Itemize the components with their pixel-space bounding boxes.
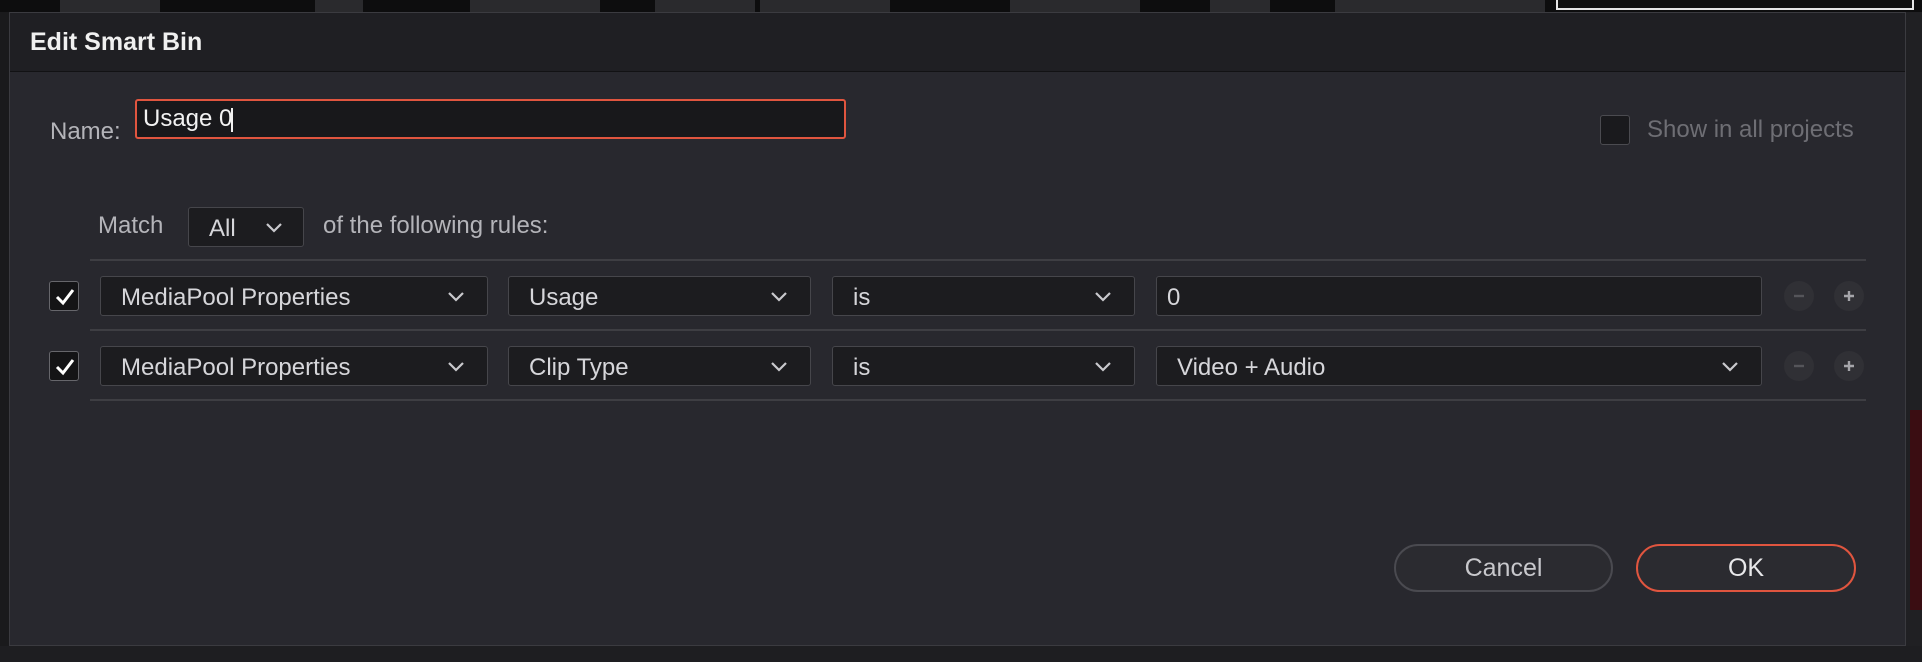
rule-1-remove-button[interactable]	[1784, 281, 1814, 311]
name-input[interactable]	[135, 99, 846, 139]
thumbnail	[470, 0, 600, 12]
rule-2-property-dropdown[interactable]: Clip Type	[508, 346, 811, 386]
background-panel	[0, 646, 1922, 662]
dialog-title: Edit Smart Bin	[30, 28, 203, 56]
rule-1-property-value: Usage	[529, 284, 599, 311]
divider	[90, 399, 1866, 401]
chevron-down-icon	[771, 362, 787, 372]
rule-2-value-text: Video + Audio	[1177, 354, 1326, 381]
thumbnail	[60, 0, 160, 12]
cancel-button[interactable]: Cancel	[1394, 544, 1613, 592]
rule-1-category-value: MediaPool Properties	[121, 284, 351, 311]
plus-icon	[1844, 361, 1854, 371]
chevron-down-icon	[1722, 362, 1738, 372]
rule-1-value-input[interactable]: 0	[1156, 276, 1762, 316]
rule-1-add-button[interactable]	[1834, 281, 1864, 311]
rule-1-operator-value: is	[853, 284, 871, 311]
chevron-down-icon	[1095, 362, 1111, 372]
divider	[90, 259, 1866, 261]
thumbnail	[1210, 0, 1270, 12]
rule-1-operator-dropdown[interactable]: is	[832, 276, 1135, 316]
match-label: Match	[98, 212, 164, 239]
chevron-down-icon	[1095, 292, 1111, 302]
chevron-down-icon	[448, 292, 464, 302]
rule-1-enabled-checkbox[interactable]	[49, 281, 79, 311]
rule-1-value-text: 0	[1167, 284, 1181, 311]
thumbnail	[655, 0, 755, 12]
show-in-all-projects-label: Show in all projects	[1647, 116, 1854, 143]
minus-icon	[1794, 364, 1804, 368]
divider	[90, 329, 1866, 331]
thumbnail	[760, 0, 890, 12]
show-in-all-projects-checkbox[interactable]	[1600, 115, 1630, 145]
rules-suffix-label: of the following rules:	[323, 212, 549, 239]
rule-2-remove-button[interactable]	[1784, 351, 1814, 381]
name-label: Name:	[50, 118, 121, 145]
checkmark-icon	[55, 359, 75, 376]
ok-button[interactable]: OK	[1636, 544, 1856, 592]
rule-1-property-dropdown[interactable]: Usage	[508, 276, 811, 316]
chevron-down-icon	[771, 292, 787, 302]
chevron-down-icon	[448, 362, 464, 372]
rule-2-operator-value: is	[853, 354, 871, 381]
thumbnail	[1010, 0, 1140, 12]
minus-icon	[1794, 294, 1804, 298]
background-clip	[1910, 410, 1922, 610]
rule-1-category-dropdown[interactable]: MediaPool Properties	[100, 276, 488, 316]
text-caret	[231, 108, 233, 132]
rule-2-add-button[interactable]	[1834, 351, 1864, 381]
match-value: All	[209, 215, 236, 242]
rule-2-category-dropdown[interactable]: MediaPool Properties	[100, 346, 488, 386]
rule-2-operator-dropdown[interactable]: is	[832, 346, 1135, 386]
chevron-down-icon	[266, 223, 282, 233]
rule-2-value-dropdown[interactable]: Video + Audio	[1156, 346, 1762, 386]
match-dropdown[interactable]: All	[188, 207, 304, 247]
rule-2-category-value: MediaPool Properties	[121, 354, 351, 381]
checkmark-icon	[55, 289, 75, 306]
plus-icon	[1844, 291, 1854, 301]
rule-2-enabled-checkbox[interactable]	[49, 351, 79, 381]
thumbnail	[1335, 0, 1545, 12]
viewer-frame	[1556, 0, 1914, 10]
dialog-titlebar[interactable]: Edit Smart Bin	[10, 13, 1905, 72]
thumbnail	[315, 0, 363, 12]
rule-2-property-value: Clip Type	[529, 354, 629, 381]
